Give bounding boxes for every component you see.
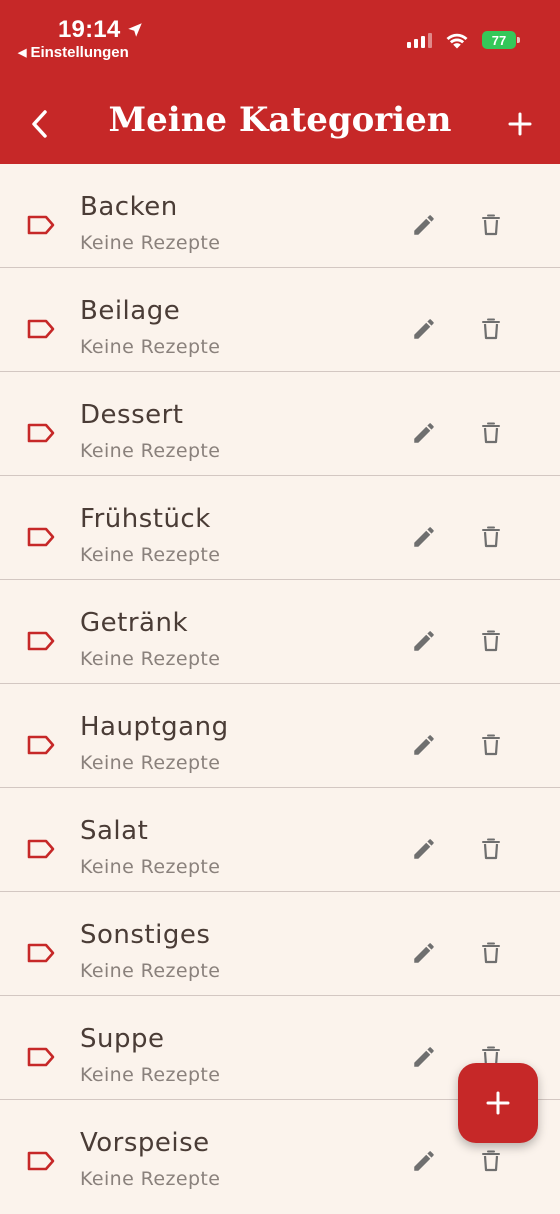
- category-recipe-count: Keine Rezepte: [80, 960, 221, 982]
- category-name: Salat: [80, 816, 149, 846]
- pencil-icon: [411, 1148, 437, 1178]
- edit-button[interactable]: [407, 1146, 441, 1180]
- category-name: Dessert: [80, 400, 184, 430]
- category-row[interactable]: Getränk Keine Rezepte: [0, 580, 560, 684]
- status-indicators: 77: [407, 30, 520, 50]
- category-row[interactable]: Sonstiges Keine Rezepte: [0, 892, 560, 996]
- delete-button[interactable]: [474, 834, 508, 868]
- trash-icon: [479, 732, 503, 762]
- category-row[interactable]: Dessert Keine Rezepte: [0, 372, 560, 476]
- edit-button[interactable]: [407, 314, 441, 348]
- category-row[interactable]: Hauptgang Keine Rezepte: [0, 684, 560, 788]
- category-recipe-count: Keine Rezepte: [80, 232, 221, 254]
- pencil-icon: [411, 1044, 437, 1074]
- category-recipe-count: Keine Rezepte: [80, 544, 221, 566]
- pencil-icon: [411, 420, 437, 450]
- pencil-icon: [411, 940, 437, 970]
- category-name: Sonstiges: [80, 920, 211, 950]
- page-title: Meine Kategorien: [108, 100, 452, 140]
- delete-button[interactable]: [474, 418, 508, 452]
- category-name: Suppe: [80, 1024, 165, 1054]
- back-app-label: Einstellungen: [30, 44, 129, 61]
- pencil-icon: [411, 732, 437, 762]
- plus-icon: [486, 1091, 510, 1115]
- edit-button[interactable]: [407, 1042, 441, 1076]
- category-name: Vorspeise: [80, 1128, 210, 1158]
- category-row[interactable]: Frühstück Keine Rezepte: [0, 476, 560, 580]
- tag-icon: [26, 1150, 56, 1172]
- edit-button[interactable]: [407, 938, 441, 972]
- tag-icon: [26, 214, 56, 236]
- status-time: 19:14: [58, 16, 144, 44]
- tag-icon: [26, 734, 56, 756]
- category-row[interactable]: Beilage Keine Rezepte: [0, 268, 560, 372]
- category-name: Hauptgang: [80, 712, 229, 742]
- delete-button[interactable]: [474, 522, 508, 556]
- category-recipe-count: Keine Rezepte: [80, 648, 221, 670]
- trash-icon: [479, 940, 503, 970]
- delete-button[interactable]: [474, 730, 508, 764]
- category-name: Beilage: [80, 296, 181, 326]
- category-recipe-count: Keine Rezepte: [80, 440, 221, 462]
- trash-icon: [479, 1148, 503, 1178]
- category-name: Getränk: [80, 608, 188, 638]
- plus-icon: [508, 112, 532, 136]
- back-triangle-icon: ◀: [18, 47, 27, 59]
- back-to-app-link[interactable]: ◀ Einstellungen: [18, 44, 129, 61]
- tag-icon: [26, 526, 56, 548]
- tag-icon: [26, 318, 56, 340]
- category-list: Backen Keine Rezepte Beilage Keine Rezepte D…: [0, 164, 560, 1204]
- category-recipe-count: Keine Rezepte: [80, 1064, 221, 1086]
- pencil-icon: [411, 316, 437, 346]
- trash-icon: [479, 628, 503, 658]
- edit-button[interactable]: [407, 418, 441, 452]
- category-recipe-count: Keine Rezepte: [80, 752, 221, 774]
- category-row[interactable]: Salat Keine Rezepte: [0, 788, 560, 892]
- trash-icon: [479, 836, 503, 866]
- battery-indicator: 77: [482, 31, 520, 49]
- floating-add-button[interactable]: [458, 1063, 538, 1143]
- category-recipe-count: Keine Rezepte: [80, 1168, 221, 1190]
- trash-icon: [479, 420, 503, 450]
- cellular-signal-icon: [407, 32, 432, 48]
- edit-button[interactable]: [407, 730, 441, 764]
- trash-icon: [479, 212, 503, 242]
- delete-button[interactable]: [474, 938, 508, 972]
- pencil-icon: [411, 212, 437, 242]
- category-row[interactable]: Backen Keine Rezepte: [0, 164, 560, 268]
- category-name: Frühstück: [80, 504, 211, 534]
- trash-icon: [479, 524, 503, 554]
- delete-button[interactable]: [474, 1146, 508, 1180]
- delete-button[interactable]: [474, 210, 508, 244]
- delete-button[interactable]: [474, 626, 508, 660]
- tag-icon: [26, 942, 56, 964]
- app-header: 19:14 ◀ Einstellungen 77 Meine Kategorie…: [0, 0, 560, 164]
- add-category-button[interactable]: [500, 104, 540, 144]
- edit-button[interactable]: [407, 522, 441, 556]
- edit-button[interactable]: [407, 626, 441, 660]
- pencil-icon: [411, 836, 437, 866]
- edit-button[interactable]: [407, 210, 441, 244]
- category-name: Backen: [80, 192, 178, 222]
- battery-level: 77: [491, 32, 507, 48]
- category-recipe-count: Keine Rezepte: [80, 336, 221, 358]
- tag-icon: [26, 630, 56, 652]
- location-arrow-icon: [128, 23, 143, 37]
- delete-button[interactable]: [474, 314, 508, 348]
- tag-icon: [26, 1046, 56, 1068]
- trash-icon: [479, 316, 503, 346]
- status-time-text: 19:14: [58, 16, 121, 43]
- tag-icon: [26, 422, 56, 444]
- tag-icon: [26, 838, 56, 860]
- edit-button[interactable]: [407, 834, 441, 868]
- wifi-icon: [446, 33, 468, 49]
- category-recipe-count: Keine Rezepte: [80, 856, 221, 878]
- pencil-icon: [411, 628, 437, 658]
- pencil-icon: [411, 524, 437, 554]
